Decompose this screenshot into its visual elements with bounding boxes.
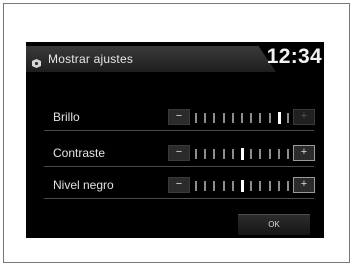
slider-tick — [213, 181, 215, 191]
slider-tick — [241, 113, 243, 123]
black-level-slider[interactable] — [195, 180, 289, 192]
slider-tick — [204, 181, 206, 191]
slider-thumb[interactable] — [241, 148, 244, 160]
page-title: Mostrar ajustes — [48, 52, 134, 66]
clock: 12:34 — [266, 45, 322, 68]
slider-tick — [232, 181, 234, 191]
slider-tick — [223, 149, 225, 159]
contrast-row[interactable]: Contraste − + — [44, 142, 315, 167]
slider-tick — [259, 113, 261, 123]
black-level-label: Nivel negro — [53, 178, 114, 192]
contrast-slider[interactable] — [195, 148, 289, 160]
figure-frame: Mostrar ajustes 12:34 Brillo − + Contras… — [3, 3, 350, 263]
contrast-decrease-button[interactable]: − — [168, 145, 190, 161]
brightness-row[interactable]: Brillo − + — [44, 106, 315, 131]
contrast-increase-button[interactable]: + — [293, 145, 315, 161]
slider-tick — [250, 149, 252, 159]
slider-tick — [195, 149, 197, 159]
slider-tick — [223, 113, 225, 123]
slider-tick — [232, 113, 234, 123]
slider-tick — [223, 181, 225, 191]
slider-tick — [204, 149, 206, 159]
slider-tick — [250, 113, 252, 123]
black-level-row[interactable]: Nivel negro − + — [44, 174, 315, 199]
slider-tick — [259, 181, 261, 191]
slider-tick — [278, 181, 280, 191]
slider-thumb[interactable] — [278, 112, 281, 124]
slider-tick — [213, 113, 215, 123]
slider-tick — [195, 113, 197, 123]
slider-tick — [269, 149, 271, 159]
slider-tick — [287, 113, 289, 123]
slider-tick — [204, 113, 206, 123]
title-bar: Mostrar ajustes 12:34 — [26, 42, 324, 76]
black-level-increase-button[interactable]: + — [293, 177, 315, 193]
brightness-label: Brillo — [53, 110, 80, 124]
brightness-increase-button[interactable]: + — [293, 109, 315, 125]
brightness-decrease-button[interactable]: − — [168, 109, 190, 125]
black-level-decrease-button[interactable]: − — [168, 177, 190, 193]
slider-tick — [232, 149, 234, 159]
slider-tick — [259, 149, 261, 159]
slider-tick — [269, 181, 271, 191]
slider-thumb[interactable] — [241, 180, 244, 192]
slider-tick — [250, 181, 252, 191]
slider-tick — [278, 149, 280, 159]
ok-button[interactable]: OK — [238, 214, 310, 235]
title-tab: Mostrar ajustes — [26, 46, 276, 72]
slider-tick — [287, 181, 289, 191]
display-screen: Mostrar ajustes 12:34 Brillo − + Contras… — [26, 42, 324, 238]
display-settings-icon — [31, 55, 42, 68]
slider-tick — [213, 149, 215, 159]
slider-tick — [195, 181, 197, 191]
brightness-slider[interactable] — [195, 112, 289, 124]
slider-tick — [269, 113, 271, 123]
slider-tick — [287, 149, 289, 159]
contrast-label: Contraste — [53, 146, 106, 160]
